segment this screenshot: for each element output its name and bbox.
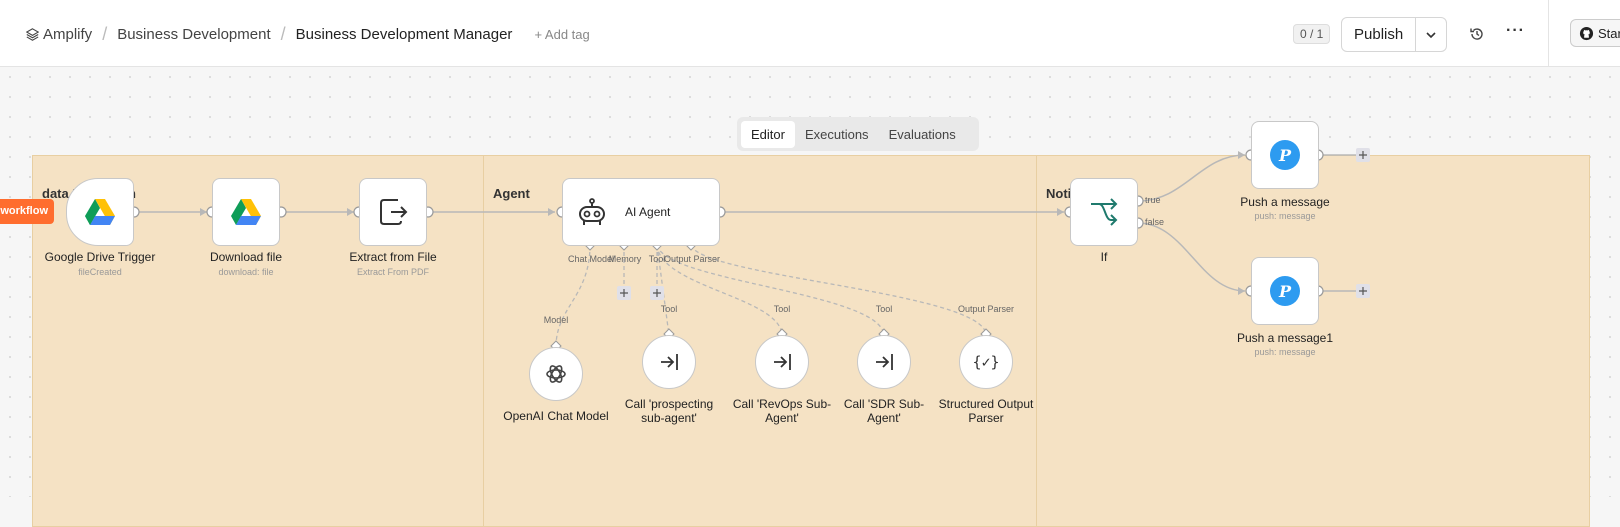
robot-icon	[579, 198, 605, 225]
node-label: Structured Output Parser	[938, 397, 1034, 425]
node-label: Push a message	[1240, 195, 1330, 209]
branch-icon	[1091, 198, 1118, 226]
workflow-name[interactable]: Business Development Manager	[296, 26, 513, 43]
openai-icon	[546, 365, 566, 383]
port-label-tool: Tool	[875, 304, 893, 314]
google-drive-icon	[231, 199, 261, 225]
add-tag-button[interactable]: + Add tag	[534, 27, 589, 42]
arrowhead	[200, 208, 207, 216]
breadcrumb-separator: /	[102, 24, 108, 44]
node-subtitle: push: message	[1254, 347, 1316, 357]
port-label-output-parser: Output Parser	[663, 254, 721, 264]
node-label: AI Agent	[625, 205, 671, 219]
enter-arrow-icon	[661, 354, 678, 370]
breadcrumb: Amplify / Business Development / Busines…	[26, 24, 590, 45]
arrowhead	[347, 208, 354, 216]
branch-label-false: false	[1145, 217, 1165, 227]
node-label: Google Drive Trigger	[44, 250, 156, 264]
node-subtitle: Extract From PDF	[356, 267, 429, 277]
push-message-node[interactable]: P	[1251, 121, 1319, 189]
google-drive-trigger-node[interactable]	[66, 178, 134, 246]
port-label-tool: Tool	[773, 304, 791, 314]
call-prospecting-node[interactable]	[642, 335, 696, 389]
enter-arrow-icon	[774, 354, 791, 370]
pushover-icon: P	[1270, 140, 1300, 170]
node-label: Extract from File	[349, 250, 437, 264]
workflow-tag-label: workflow	[0, 205, 48, 217]
port-label-tool: Tool	[660, 304, 678, 314]
divider	[1548, 0, 1549, 66]
node-label: Push a message1	[1236, 331, 1334, 345]
top-bar: Amplify / Business Development / Busines…	[0, 0, 1620, 67]
branch-label-true: true	[1145, 195, 1161, 205]
node-label: Call 'SDR Sub-Agent'	[843, 397, 925, 425]
publish-button-group: Publish	[1341, 17, 1447, 52]
tab-editor[interactable]: Editor	[741, 120, 795, 148]
history-icon[interactable]	[1469, 26, 1485, 42]
version-counter: 0 / 1	[1293, 24, 1331, 44]
google-drive-icon	[85, 199, 115, 225]
layers-icon	[26, 28, 39, 41]
call-sdr-node[interactable]	[857, 335, 911, 389]
node-label: Call 'prospecting sub-agent'	[624, 397, 714, 425]
publish-dropdown-button[interactable]	[1416, 18, 1446, 51]
breadcrumb-project[interactable]: Amplify	[43, 26, 92, 43]
node-subtitle: download: file	[218, 267, 274, 277]
file-export-icon	[380, 199, 408, 225]
braces-check-icon: {✓}	[972, 353, 1000, 371]
enter-arrow-icon	[876, 354, 893, 370]
arrowhead	[548, 208, 555, 216]
arrowhead	[1238, 287, 1245, 295]
port-label-memory: Memory	[608, 254, 642, 264]
openai-chat-model-node[interactable]	[529, 347, 583, 401]
port-label-model: Model	[543, 315, 569, 325]
chevron-down-icon	[1426, 31, 1436, 38]
node-subtitle: fileCreated	[78, 267, 122, 277]
tab-evaluations[interactable]: Evaluations	[879, 121, 966, 148]
tab-executions[interactable]: Executions	[795, 121, 879, 148]
node-label: Download file	[209, 250, 283, 264]
if-node[interactable]	[1070, 178, 1138, 246]
download-file-node[interactable]	[212, 178, 280, 246]
connection-line	[1137, 222, 1246, 292]
node-subtitle: push: message	[1254, 211, 1316, 221]
structured-output-parser-node[interactable]: {✓}	[959, 335, 1013, 389]
port-label-output-parser: Output Parser	[957, 304, 1015, 314]
github-icon	[1579, 26, 1594, 40]
call-revops-node[interactable]	[755, 335, 809, 389]
breadcrumb-separator: /	[280, 24, 286, 44]
node-label: Call 'RevOps Sub-Agent'	[732, 397, 832, 425]
workflow-tag[interactable]: workflow	[0, 199, 54, 224]
more-options-icon[interactable]: ···	[1506, 22, 1525, 40]
node-label: OpenAI Chat Model	[503, 409, 609, 423]
extract-from-file-node[interactable]	[359, 178, 427, 246]
workflow-canvas[interactable]: data Extraction Agent Notification Edito…	[0, 67, 1620, 527]
github-star-button[interactable]: Star	[1570, 19, 1620, 47]
node-label: If	[1100, 250, 1108, 264]
pushover-icon: P	[1270, 276, 1300, 306]
breadcrumb-folder[interactable]: Business Development	[117, 26, 270, 43]
arrowhead	[1238, 151, 1245, 159]
view-tabs: Editor Executions Evaluations	[737, 117, 979, 151]
publish-button[interactable]: Publish	[1342, 18, 1417, 51]
star-label: Star	[1598, 25, 1620, 41]
push-message1-node[interactable]: P	[1251, 257, 1319, 325]
arrowhead	[1057, 208, 1064, 216]
ai-agent-node[interactable]: AI Agent	[562, 178, 720, 246]
dashed-connection	[690, 244, 987, 336]
